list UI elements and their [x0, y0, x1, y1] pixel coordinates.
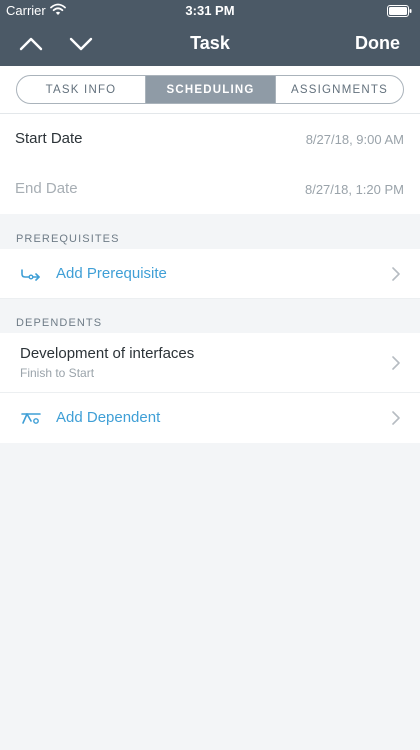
- chevron-right-icon: [392, 267, 400, 281]
- chevron-right-icon: [392, 411, 400, 425]
- status-bar: Carrier 3:31 PM: [0, 0, 420, 22]
- status-time: 3:31 PM: [185, 3, 235, 18]
- add-prerequisite-label: Add Prerequisite: [56, 265, 167, 282]
- tab-bar-area: TASK INFO SCHEDULING ASSIGNMENTS: [0, 66, 420, 114]
- battery-icon: [387, 5, 412, 17]
- dependent-item[interactable]: Development of interfaces Finish to Star…: [0, 333, 420, 393]
- navigation-bar: Task Done: [0, 22, 420, 66]
- add-prerequisite-row[interactable]: Add Prerequisite: [0, 249, 420, 299]
- end-date-row[interactable]: End Date 8/27/18, 1:20 PM: [0, 164, 420, 214]
- end-date-value: 8/27/18, 1:20 PM: [304, 182, 404, 197]
- chevron-right-icon: [392, 356, 400, 370]
- app-header: Carrier 3:31 PM Task Done: [0, 0, 420, 66]
- start-date-row[interactable]: Start Date 8/27/18, 9:00 AM: [0, 114, 420, 164]
- add-dependent-row[interactable]: Add Dependent: [0, 393, 420, 443]
- dependent-relationship: Finish to Start: [20, 366, 95, 380]
- add-dependent-label: Add Dependent: [56, 409, 161, 426]
- done-button[interactable]: Done: [355, 33, 400, 54]
- start-date-value: 8/27/18, 9:00 AM: [305, 132, 404, 147]
- tab-task-info[interactable]: TASK INFO: [17, 76, 145, 103]
- segmented-control: TASK INFO SCHEDULING ASSIGNMENTS: [16, 75, 404, 104]
- link-prerequisite-icon: [21, 269, 40, 281]
- tab-assignments[interactable]: ASSIGNMENTS: [275, 76, 403, 103]
- dependent-title: Development of interfaces: [20, 345, 195, 362]
- end-date-label: End Date: [15, 180, 78, 197]
- dependents-header: DEPENDENTS: [16, 317, 103, 329]
- start-date-label: Start Date: [15, 130, 83, 147]
- link-dependent-icon: [21, 413, 41, 424]
- prerequisites-header: PREREQUISITES: [16, 233, 120, 245]
- tab-scheduling[interactable]: SCHEDULING: [145, 76, 275, 103]
